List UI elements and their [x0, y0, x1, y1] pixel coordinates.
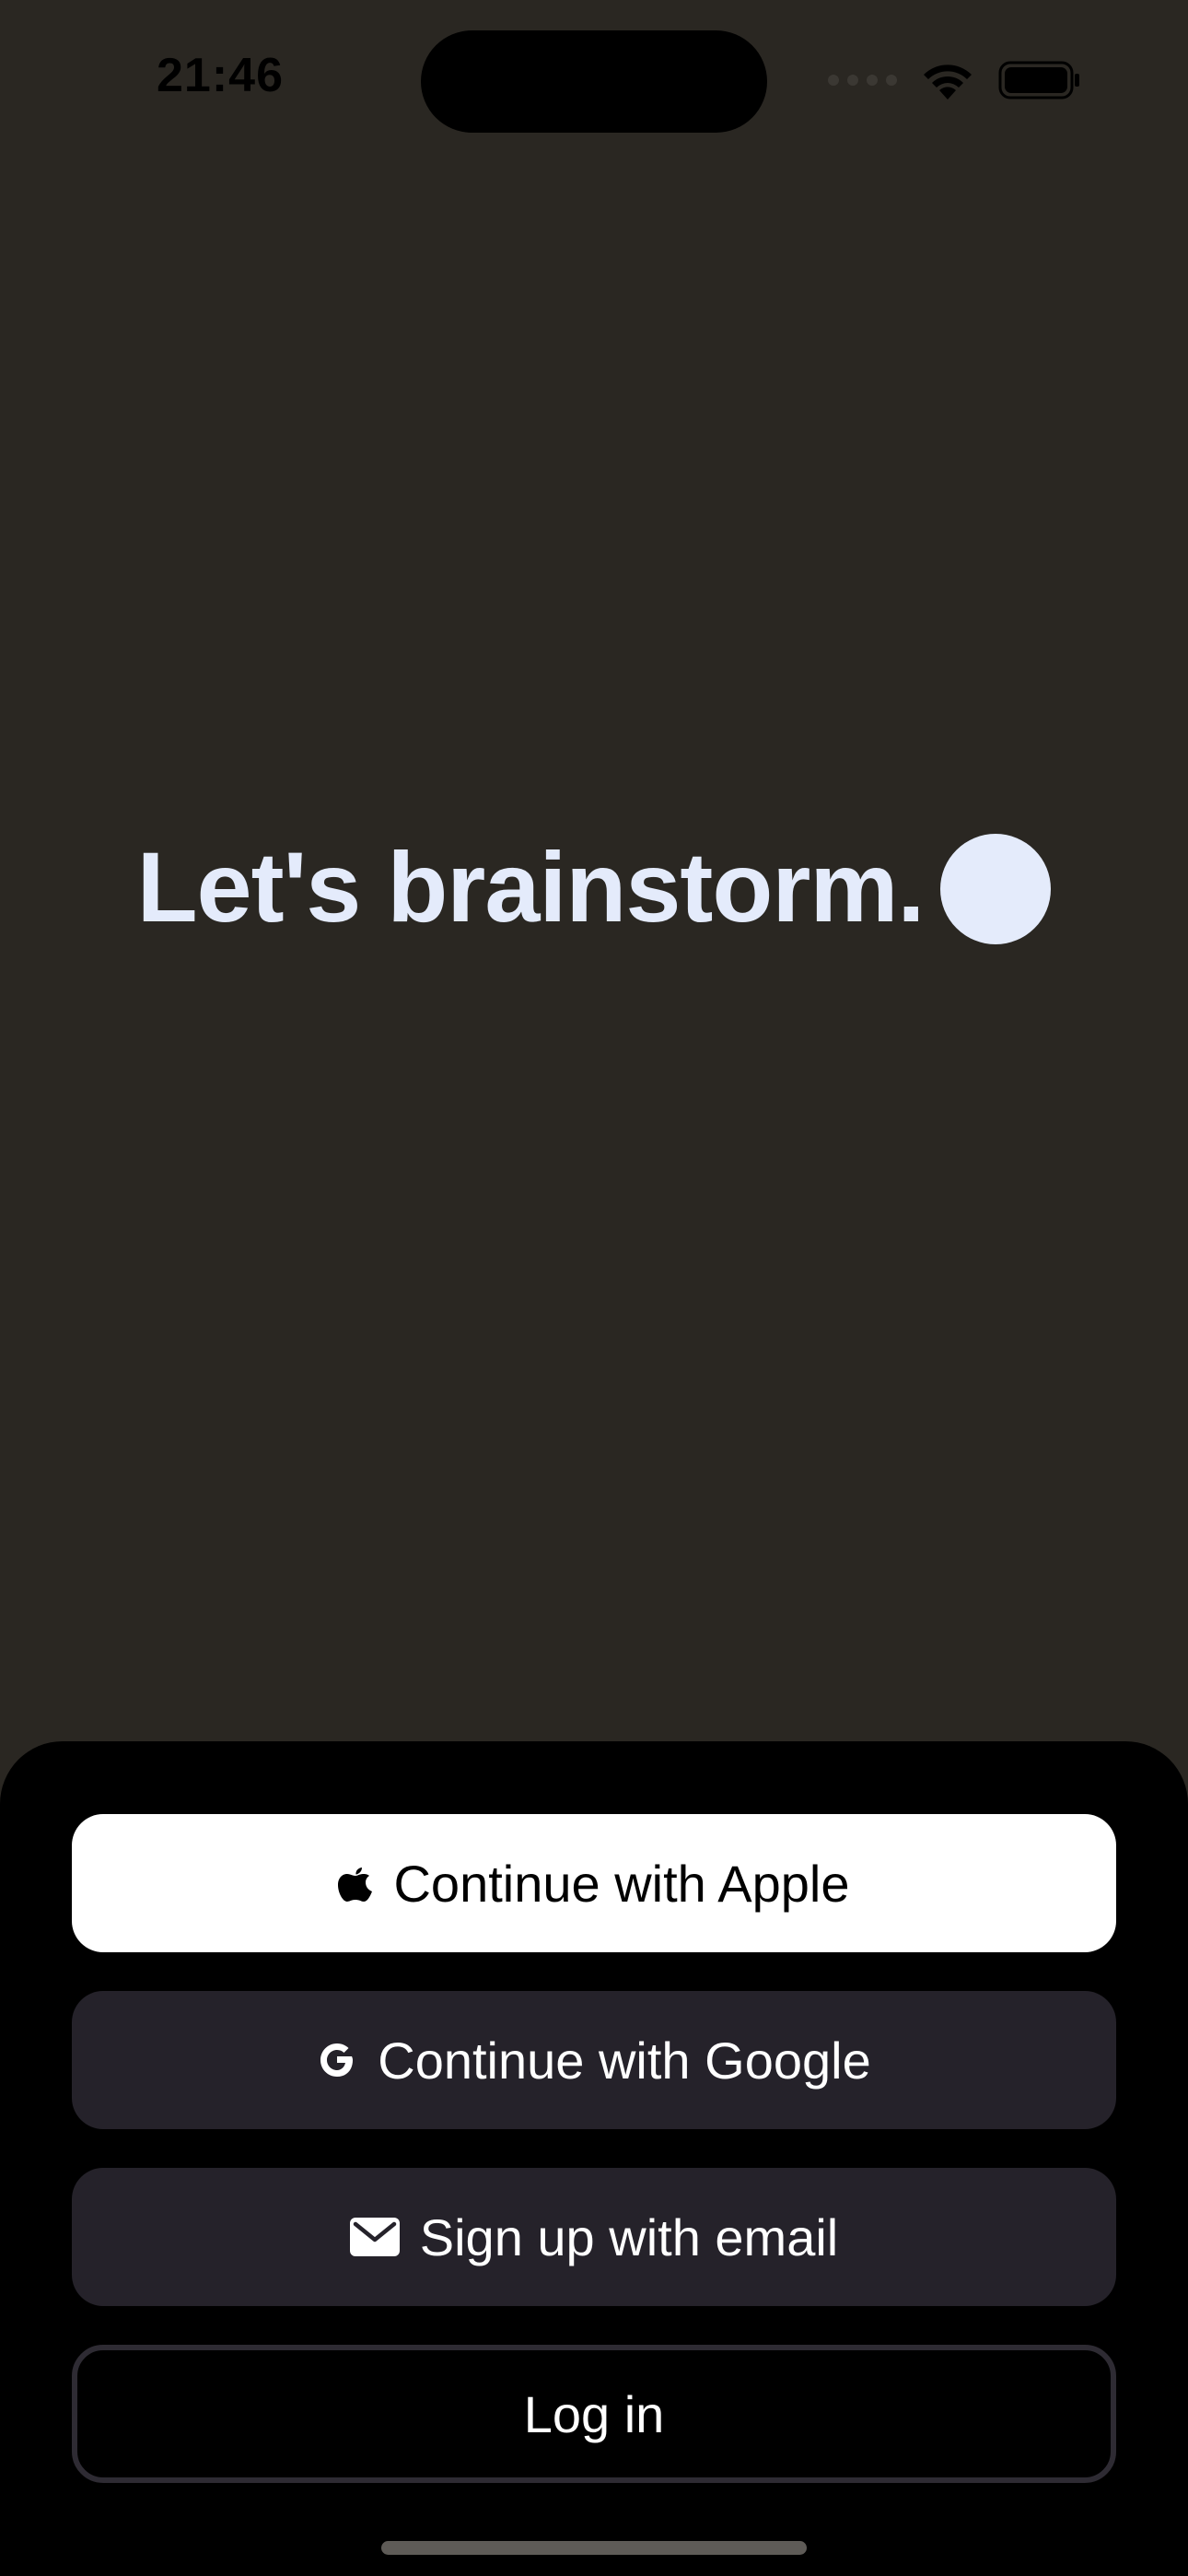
- welcome-screen: 21:46 Let's brainstorm. Continue with Ap…: [0, 0, 1188, 2576]
- hero-title: Let's brainstorm.: [136, 831, 926, 943]
- hero: Let's brainstorm.: [0, 829, 1188, 944]
- apple-icon: [338, 1863, 373, 1903]
- status-time: 21:46: [157, 49, 284, 102]
- sign-up-with-email-label: Sign up with email: [419, 2207, 839, 2266]
- dynamic-island: [421, 30, 767, 133]
- sign-up-with-email-button[interactable]: Sign up with email: [72, 2168, 1116, 2306]
- home-indicator[interactable]: [381, 2541, 807, 2555]
- wifi-icon: [924, 64, 972, 100]
- continue-with-google-button[interactable]: Continue with Google: [72, 1991, 1116, 2129]
- cellular-signal-icon: [828, 75, 897, 86]
- mail-icon: [349, 2218, 400, 2256]
- log-in-label: Log in: [523, 2384, 665, 2443]
- continue-with-apple-button[interactable]: Continue with Apple: [72, 1814, 1116, 1952]
- auth-sheet: Continue with Apple Continue with Google…: [0, 1741, 1188, 2576]
- status-indicators: [828, 59, 1081, 101]
- continue-with-google-label: Continue with Google: [378, 2031, 871, 2090]
- continue-with-apple-label: Continue with Apple: [393, 1854, 850, 1913]
- google-icon: [317, 2040, 357, 2080]
- hero-dot-icon: [940, 833, 1052, 944]
- battery-icon: [998, 61, 1079, 100]
- log-in-button[interactable]: Log in: [72, 2345, 1116, 2483]
